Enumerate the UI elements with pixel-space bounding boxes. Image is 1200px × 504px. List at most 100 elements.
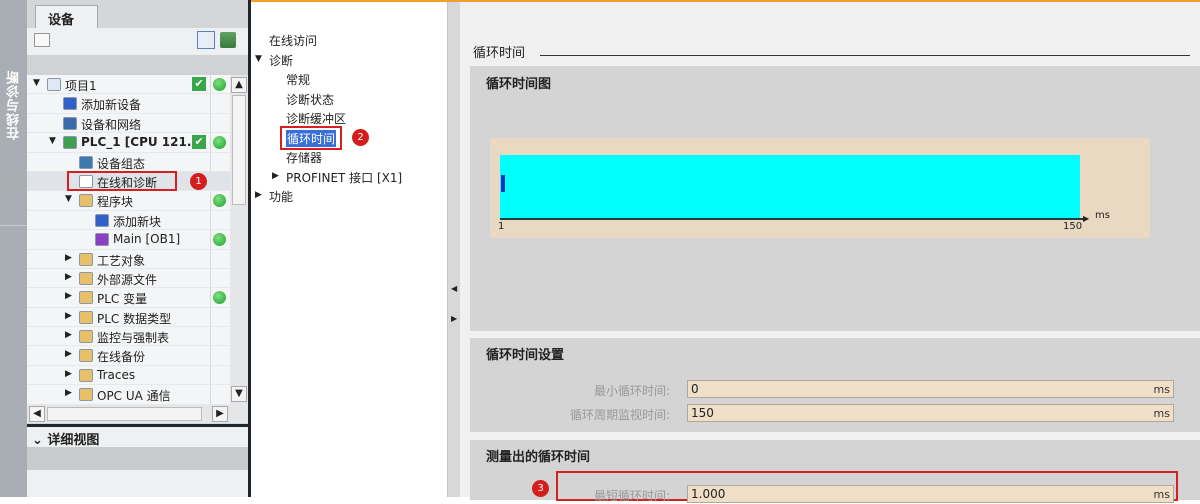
measured-cycle-marker <box>501 175 505 192</box>
details-view-header[interactable]: ⌄ 详细视图 <box>27 427 248 448</box>
tree-header <box>27 55 248 75</box>
tree-node-icon <box>79 194 93 208</box>
tree-horizontal-scrollbar[interactable]: ◀ ▶ <box>27 405 248 423</box>
field-value: 1.000 <box>691 487 726 501</box>
tree-node-icon <box>79 271 93 285</box>
scroll-down-button[interactable]: ▼ <box>231 386 247 402</box>
collapsed-icon[interactable]: ▶ <box>65 330 72 340</box>
cycle-time-page: 循环时间 循环时间图 ▶ ms 1 150 循环时间设置 最小循环时间: 0 ms… <box>460 2 1200 503</box>
watchdog-time-field[interactable]: 150 ms <box>687 404 1174 422</box>
tree-view-icon[interactable] <box>34 33 50 47</box>
tree-node-icon <box>79 330 93 344</box>
scroll-up-button[interactable]: ▲ <box>231 77 247 93</box>
section-title: 循环时间图 <box>486 77 552 92</box>
cycle-chart: ▶ ms 1 150 <box>490 138 1150 238</box>
overview-icon[interactable] <box>197 31 215 49</box>
tree-item-label: 工艺对象 <box>97 253 146 268</box>
tree-item-label: 程序块 <box>97 195 134 210</box>
cycle-settings-section: 循环时间设置 最小循环时间: 0 ms 循环周期监视时间: 150 ms <box>470 338 1200 432</box>
tree-item[interactable]: 设备组态 <box>27 153 230 172</box>
collapsed-icon[interactable]: ▶ <box>65 272 72 282</box>
network-icon[interactable] <box>220 32 236 48</box>
tree-item[interactable]: 设备和网络 <box>27 114 230 134</box>
collapsed-icon[interactable]: ▶ <box>65 291 72 301</box>
step-badge: 2 <box>352 128 369 146</box>
expanded-icon[interactable]: ▼ <box>33 78 40 88</box>
online-status-icon <box>213 78 226 91</box>
collapsed-icon[interactable]: ▶ <box>65 311 72 321</box>
x-axis <box>500 218 1085 220</box>
tree-item[interactable]: 添加新设备 <box>27 94 230 114</box>
cycle-chart-section: 循环时间图 ▶ ms 1 150 <box>470 66 1200 331</box>
scroll-right-button[interactable]: ▶ <box>212 406 228 422</box>
tree-item[interactable]: ▶ PLC 变量 <box>27 288 230 308</box>
splitter[interactable]: ◀ ▶ <box>447 2 460 497</box>
collapsed-icon[interactable]: ▶ <box>272 171 279 181</box>
axis-min-label: 1 <box>498 221 505 232</box>
online-status-icon <box>213 194 226 208</box>
expanded-icon[interactable]: ▼ <box>65 194 72 204</box>
tree-item[interactable]: ▶ OPC UA 通信 <box>27 385 230 405</box>
collapsed-icon[interactable]: ▶ <box>255 190 262 200</box>
collapse-left-icon[interactable]: ◀ <box>451 284 457 293</box>
tree-item[interactable]: 在线和诊断 1 <box>27 170 230 192</box>
nav-item[interactable]: 诊断状态 <box>286 91 334 108</box>
expanded-icon[interactable]: ▼ <box>49 136 56 146</box>
nav-item[interactable]: PROFINET 接口 [X1] <box>286 169 402 186</box>
collapsed-icon[interactable]: ▶ <box>65 349 72 359</box>
scroll-thumb-h[interactable] <box>47 407 202 421</box>
consistency-check-icon: ✔ <box>192 135 206 150</box>
nav-item[interactable]: 诊断 <box>269 52 293 69</box>
nav-item[interactable]: 诊断缓冲区 <box>286 110 346 127</box>
tab-devices[interactable]: 设备 <box>35 5 98 29</box>
tree-item-label: PLC 数据类型 <box>97 311 172 326</box>
axis-max-label: 150 <box>1063 221 1083 232</box>
tree-node-icon <box>47 78 61 91</box>
field-unit: ms <box>1153 407 1170 420</box>
nav-item[interactable]: 存储器 <box>286 149 322 166</box>
nav-item[interactable]: 常规 <box>286 71 310 88</box>
tree-node-icon <box>79 368 93 382</box>
nav-item[interactable]: 功能 <box>269 188 293 205</box>
tree-node-icon <box>79 388 93 402</box>
diagnostics-nav: 在线访问 ▼ 诊断 常规 诊断状态 诊断缓冲区 循环时间 2 存储器 ▶ PROFINET 接口 [… <box>251 2 447 497</box>
nav-item[interactable]: 在线访问 <box>269 32 317 49</box>
field-label: 最短循环时间: <box>593 489 670 503</box>
tree-item[interactable]: ▼ 项目1 ✔ <box>27 75 230 95</box>
online-status-icon <box>213 233 226 247</box>
side-task-strip[interactable]: 在线与诊断 <box>0 0 27 497</box>
tree-item-label: 添加新设备 <box>81 98 142 113</box>
tree-item[interactable]: ▶ PLC 数据类型 <box>27 308 230 328</box>
field-value: 150 <box>691 406 714 420</box>
tree-item-label: OPC UA 通信 <box>97 389 171 404</box>
tree-item[interactable]: 添加新块 <box>27 211 230 231</box>
tree-item[interactable]: ▶ 监控与强制表 <box>27 327 230 347</box>
axis-arrow-icon: ▶ <box>1083 214 1090 223</box>
field-label: 最小循环时间: <box>593 384 670 398</box>
shortest-cycle-time-field: 1.000 ms <box>687 485 1174 503</box>
tree-item[interactable]: ▶ 在线备份 <box>27 346 230 366</box>
tree-node-icon <box>79 349 93 363</box>
scroll-thumb[interactable] <box>232 95 246 205</box>
tree-item-label: 在线备份 <box>97 350 146 365</box>
tree-item[interactable]: ▶ 外部源文件 <box>27 269 230 289</box>
tree-item[interactable]: ▼ 程序块 <box>27 191 230 211</box>
min-cycle-time-field[interactable]: 0 ms <box>687 380 1174 398</box>
expanded-icon[interactable]: ▼ <box>255 54 262 64</box>
tree-item[interactable]: Main [OB1] <box>27 230 230 250</box>
collapsed-icon[interactable]: ▶ <box>65 253 72 263</box>
project-tree: ▼ 项目1 ✔ 添加新设备 设备和网络 ▼ PLC_1 [CPU 121... ✔ 设备组态 在线… <box>27 75 230 405</box>
side-strip-label[interactable]: 在线与诊断 <box>5 70 24 140</box>
axis-unit: ms <box>1095 210 1110 221</box>
tree-item[interactable]: ▶ Traces <box>27 366 230 386</box>
tree-item-label: 项目1 <box>65 79 97 93</box>
collapsed-icon[interactable]: ▶ <box>65 388 72 398</box>
tree-node-icon <box>79 155 93 169</box>
expand-right-icon[interactable]: ▶ <box>451 314 457 323</box>
chevron-down-icon: ⌄ <box>32 433 48 448</box>
scroll-left-button[interactable]: ◀ <box>29 406 45 422</box>
tree-item[interactable]: ▼ PLC_1 [CPU 121... ✔ <box>27 133 230 153</box>
collapsed-icon[interactable]: ▶ <box>65 369 72 379</box>
tree-vertical-scrollbar[interactable]: ▲ ▼ <box>230 75 248 405</box>
tree-item[interactable]: ▶ 工艺对象 <box>27 250 230 269</box>
